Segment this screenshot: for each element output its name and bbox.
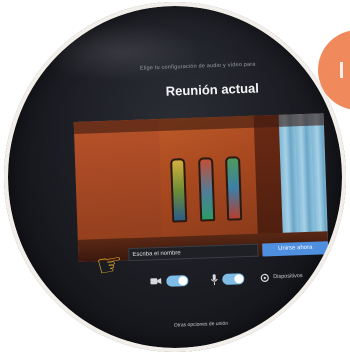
other-join-options-link[interactable]: Otras opciones de unión: [174, 321, 228, 329]
camera-toggle[interactable]: [166, 275, 189, 287]
toggle-knob: [234, 274, 244, 284]
join-now-button[interactable]: Unirse ahora: [262, 241, 329, 257]
microphone-icon: [210, 274, 218, 286]
join-meeting-screen: Elige tu configuración de audio y vídeo …: [18, 14, 346, 352]
microphone-toggle[interactable]: [222, 273, 245, 285]
meeting-title: Reunión actual: [165, 80, 260, 99]
toggle-knob: [178, 276, 188, 286]
devices-link[interactable]: Dispositivos: [273, 273, 303, 280]
gear-icon[interactable]: [260, 273, 269, 283]
stained-glass-window: [198, 157, 216, 222]
settings-prompt: Elige tu configuración de audio y vídeo …: [139, 61, 256, 72]
photo-page: Elige tu configuración de audio y vídeo …: [0, 0, 350, 353]
camera-icon: [150, 278, 162, 285]
pointing-hand-icon: ☞: [94, 246, 127, 284]
video-preview: [73, 113, 329, 262]
screen-photo: Elige tu configuración de audio y vídeo …: [4, 2, 346, 352]
stained-glass-window: [170, 158, 188, 223]
stained-glass-window: [225, 156, 243, 221]
